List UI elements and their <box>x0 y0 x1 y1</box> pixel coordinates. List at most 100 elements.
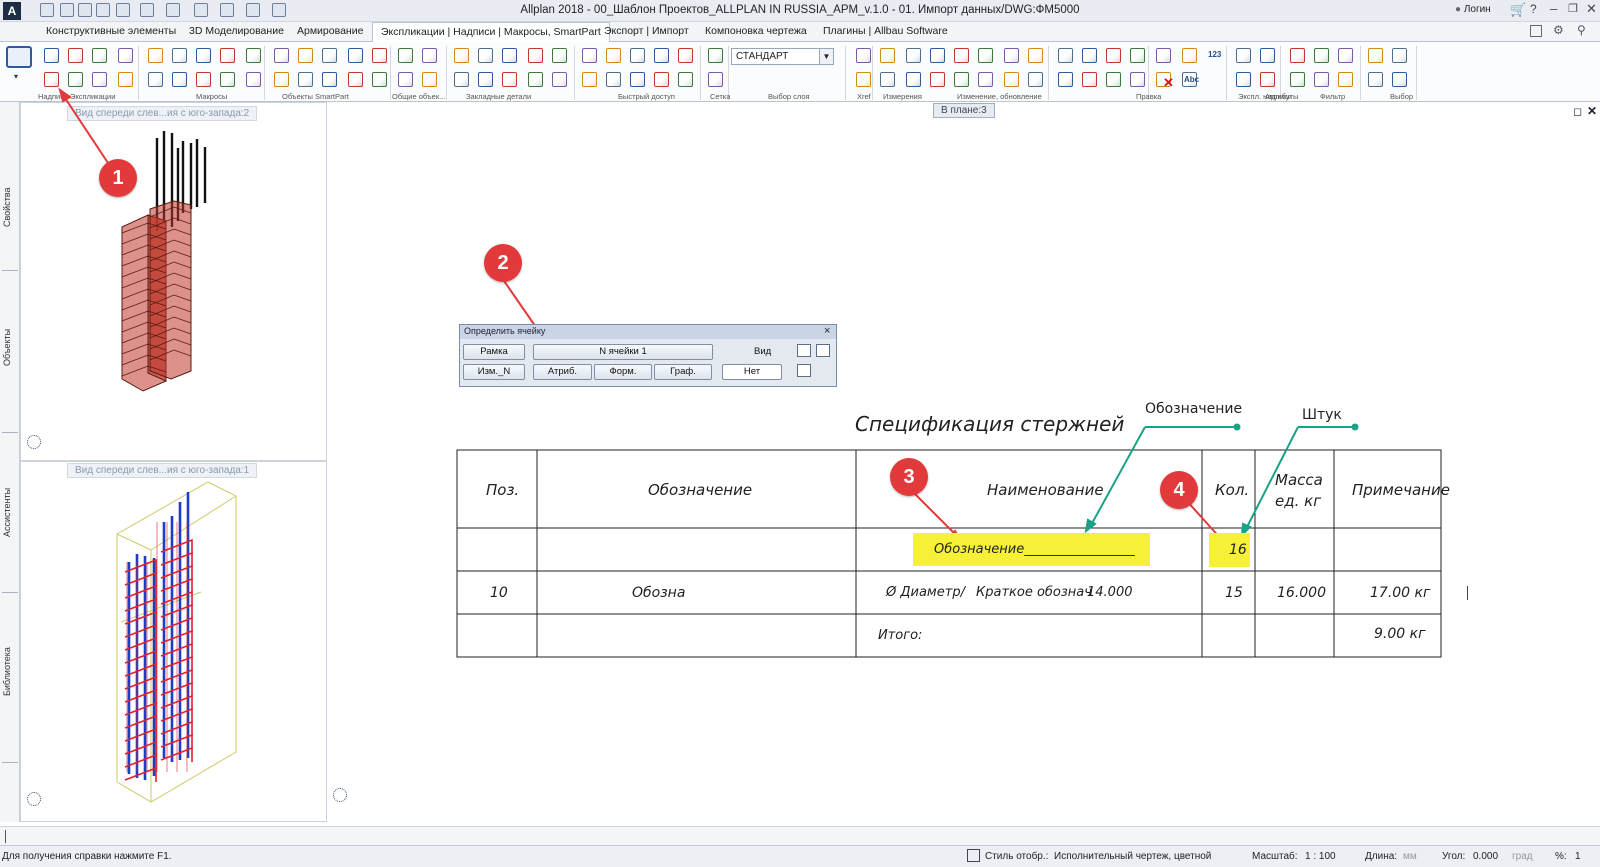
tool-icon[interactable] <box>1028 48 1043 63</box>
tab-3d-modeling[interactable]: 3D Моделирование <box>189 25 284 37</box>
tool-icon[interactable] <box>906 72 921 87</box>
change-number-button[interactable]: Изм._N <box>463 364 525 380</box>
tab-export-import[interactable]: Экспорт | Импорт <box>604 25 689 37</box>
align-left-icon[interactable] <box>797 344 811 357</box>
tool-icon[interactable] <box>678 48 693 63</box>
tool-icon[interactable] <box>68 72 83 87</box>
tab-plugins[interactable]: Плагины | Allbau Software <box>823 25 948 37</box>
tool-icon[interactable] <box>92 72 107 87</box>
tool-icon[interactable] <box>1156 48 1171 63</box>
tool-icon[interactable] <box>454 72 469 87</box>
tool-icon[interactable] <box>954 48 969 63</box>
tool-icon[interactable] <box>68 48 83 63</box>
tool-icon[interactable] <box>1392 48 1407 63</box>
tool-icon[interactable] <box>274 72 289 87</box>
close-icon[interactable]: × <box>824 325 830 337</box>
tool-icon[interactable] <box>1130 72 1145 87</box>
tool-icon[interactable] <box>322 72 337 87</box>
tool-icon[interactable] <box>1368 48 1383 63</box>
tool-icon[interactable] <box>880 48 895 63</box>
tool-icon[interactable] <box>1290 48 1305 63</box>
tool-icon[interactable] <box>630 72 645 87</box>
navigation-icon[interactable] <box>27 435 41 449</box>
tool-icon[interactable] <box>582 48 597 63</box>
pin-icon[interactable]: ⚲ <box>1577 23 1586 37</box>
layer-select[interactable]: СТАНДАРТ ▼ <box>731 48 834 65</box>
tool-icon[interactable] <box>298 72 313 87</box>
tool-icon[interactable] <box>422 72 437 87</box>
attribute-button[interactable]: Атриб. <box>533 364 592 380</box>
tab-properties[interactable]: Свойства <box>2 162 17 252</box>
tool-icon[interactable] <box>1004 48 1019 63</box>
view-label[interactable]: В плане:3 <box>933 103 995 118</box>
tool-icon[interactable] <box>1028 72 1043 87</box>
tool-icon[interactable] <box>478 72 493 87</box>
tool-icon[interactable] <box>502 48 517 63</box>
tool-icon[interactable] <box>954 72 969 87</box>
tool-icon[interactable] <box>678 72 693 87</box>
restore-icon[interactable]: ❐ <box>1568 2 1578 15</box>
attr-qty-cell[interactable]: 16 <box>1209 533 1250 567</box>
minimize-icon[interactable]: – <box>1550 1 1557 16</box>
tab-reinforcement[interactable]: Армирование <box>297 25 363 37</box>
tool-icon[interactable] <box>348 48 363 63</box>
view-value-field[interactable]: Нет <box>722 364 782 380</box>
tool-icon[interactable] <box>44 72 59 87</box>
tool-icon[interactable] <box>372 48 387 63</box>
maximize-icon[interactable]: ◻ <box>1573 105 1582 118</box>
tool-icon[interactable] <box>372 72 387 87</box>
tool-icon[interactable] <box>172 72 187 87</box>
tool-icon[interactable] <box>148 48 163 63</box>
user-login[interactable]: ● Логин <box>1455 4 1491 15</box>
tool-icon[interactable] <box>322 48 337 63</box>
tool-icon[interactable] <box>708 72 723 87</box>
tool-icon[interactable] <box>422 48 437 63</box>
tool-icon[interactable] <box>1290 72 1305 87</box>
tool-icon[interactable] <box>606 72 621 87</box>
tool-icon[interactable] <box>1338 72 1353 87</box>
style-icon[interactable] <box>967 849 980 862</box>
main-drawing-view[interactable]: В плане:3 ◻ ✕ <box>327 102 1600 822</box>
tool-icon[interactable] <box>196 48 211 63</box>
tool-icon[interactable] <box>1182 48 1197 63</box>
tool-icon[interactable] <box>1392 72 1407 87</box>
formula-button[interactable]: Форм. <box>594 364 652 380</box>
tool-icon[interactable] <box>1082 48 1097 63</box>
numbering-icon[interactable]: 123 <box>1208 50 1221 59</box>
cell-number-button[interactable]: N ячейки 1 <box>533 344 713 360</box>
chevron-down-icon[interactable]: ▼ <box>819 49 833 64</box>
align-right-icon[interactable] <box>816 344 830 357</box>
tool-icon[interactable] <box>1260 72 1275 87</box>
graphic-button[interactable]: Граф. <box>654 364 712 380</box>
style-value[interactable]: Исполнительный чертеж, цветной <box>1054 851 1211 862</box>
tool-icon[interactable] <box>708 48 723 63</box>
close-view-icon[interactable]: ✕ <box>1587 104 1597 118</box>
tool-icon[interactable] <box>930 48 945 63</box>
tab-library[interactable]: Библиотека <box>2 622 17 722</box>
tool-icon[interactable] <box>220 72 235 87</box>
tool-icon[interactable] <box>172 48 187 63</box>
tool-icon[interactable] <box>630 48 645 63</box>
tool-icon[interactable] <box>856 48 871 63</box>
tab-reports-labels[interactable]: Экспликации | Надписи | Макросы, SmartPa… <box>372 22 610 43</box>
tool-icon[interactable] <box>654 48 669 63</box>
tool-icon[interactable] <box>528 72 543 87</box>
tool-icon[interactable] <box>582 72 597 87</box>
tool-icon[interactable] <box>1106 48 1121 63</box>
tool-icon[interactable] <box>1314 48 1329 63</box>
tab-objects[interactable]: Объекты <box>2 302 17 392</box>
tool-icon[interactable] <box>1058 48 1073 63</box>
view-panel-bottom[interactable]: Вид спереди слев...ия с юго-запада:1 <box>20 461 327 822</box>
align-bottom-icon[interactable] <box>797 364 811 377</box>
tool-icon[interactable] <box>856 72 871 87</box>
project-icon[interactable] <box>6 46 32 68</box>
tool-icon[interactable] <box>552 48 567 63</box>
scale-value[interactable]: 1 : 100 <box>1305 851 1336 862</box>
tool-icon[interactable] <box>1260 48 1275 63</box>
tool-icon[interactable] <box>606 48 621 63</box>
tool-icon[interactable] <box>978 72 993 87</box>
tab-layout[interactable]: Компоновка чертежа <box>705 25 807 37</box>
tool-icon[interactable] <box>1236 48 1251 63</box>
help-icon[interactable]: ? <box>1530 2 1537 16</box>
attr-designation-cell[interactable]: Обозначение_________________ <box>913 533 1150 566</box>
